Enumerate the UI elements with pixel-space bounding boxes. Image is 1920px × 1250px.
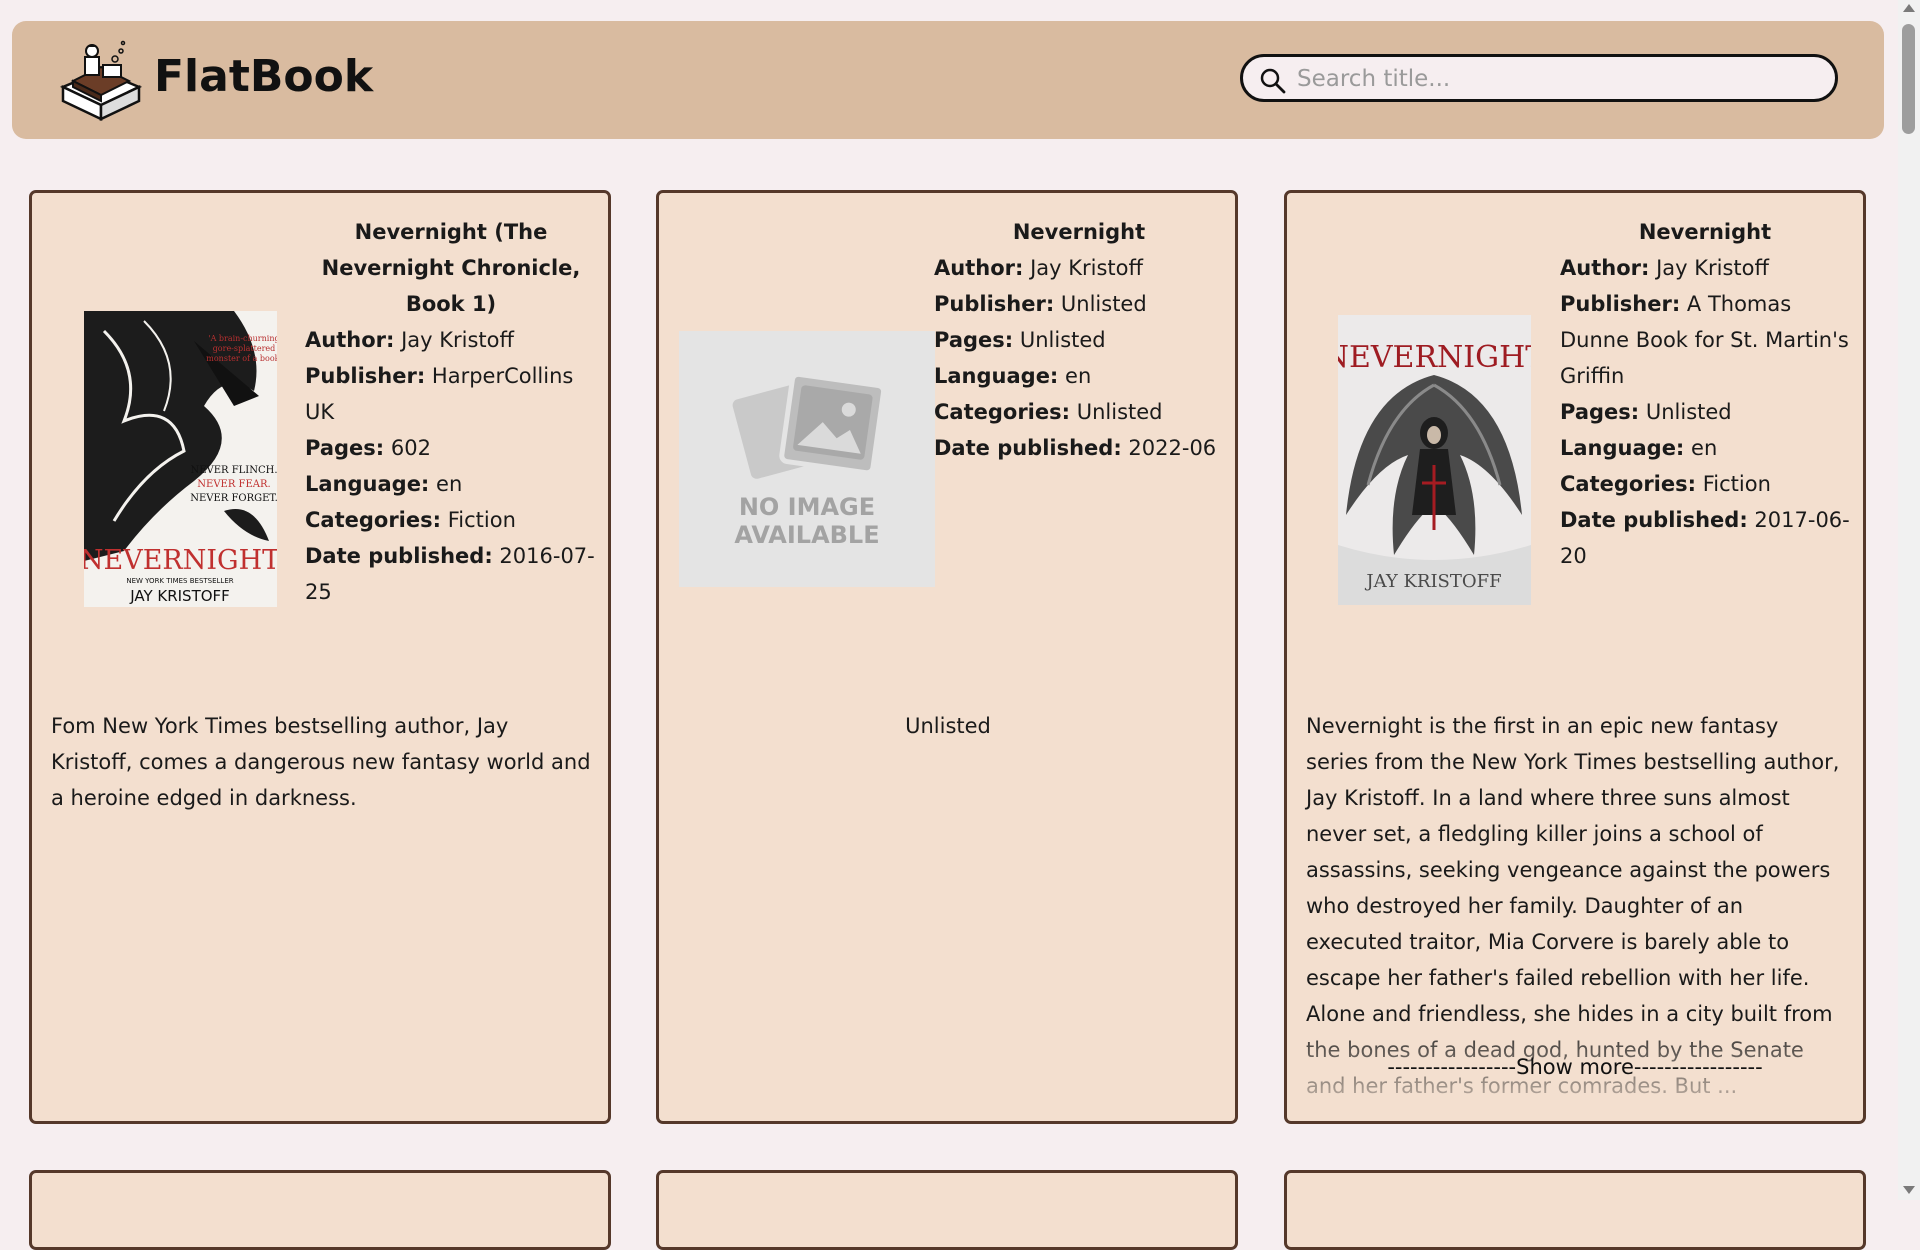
svg-text:monster of a book': monster of a book' [206, 354, 277, 363]
categories-row: Categories: Fiction [1560, 472, 1771, 496]
show-more-button[interactable]: -----------------Show more--------------… [1287, 1055, 1863, 1079]
cover-author: JAY KRISTOFF [1364, 571, 1501, 592]
svg-text:'A brain-churning: 'A brain-churning [208, 334, 277, 343]
book-card[interactable]: 'A brain-churning gore-splattered monste… [29, 190, 611, 1124]
cover-blurb: NEW YORK TIMES BESTSELLER [126, 577, 233, 585]
book-meta: Nevernight Author: Jay Kristoff Publishe… [934, 214, 1224, 466]
pages-row: Pages: Unlisted [934, 328, 1106, 352]
cover-title: NEVERNIGHT [84, 545, 277, 576]
search-icon [1260, 68, 1286, 94]
book-title: Nevernight [1638, 220, 1772, 244]
search-input[interactable] [1295, 61, 1819, 97]
book-title: Nevernight [1012, 220, 1146, 244]
date-row: Date published: 2022-06 [934, 436, 1217, 460]
book-title: Nevernight (The Nevernight Chronicle, Bo… [321, 220, 581, 316]
book-card[interactable]: NO IMAGE AVAILABLE Nevernight Author: Ja… [656, 190, 1238, 1124]
language-row: Language: en [305, 472, 463, 496]
flatbook-logo-icon[interactable] [55, 35, 147, 127]
scrollbar-thumb[interactable] [1902, 24, 1915, 134]
scroll-up-arrow-icon[interactable] [1903, 4, 1915, 12]
language-row: Language: en [934, 364, 1092, 388]
date-row: Date published: 2017-06-20 [1560, 508, 1850, 568]
book-card[interactable] [1284, 1170, 1866, 1250]
pages-row: Pages: Unlisted [1560, 400, 1732, 424]
book-cover-image[interactable]: NEVERNIGHT JAY KRISTOFF [1338, 315, 1531, 605]
book-meta: Nevernight Author: Jay Kristoff Publishe… [1560, 214, 1850, 574]
publisher-row: Publisher: A Thomas Dunne Book for St. M… [1560, 292, 1849, 388]
book-card[interactable]: NEVERNIGHT JAY KRISTOFF Nevernight Autho… [1284, 190, 1866, 1124]
brand-title: FlatBook [154, 51, 374, 102]
svg-text:gore-splattered: gore-splattered [213, 344, 276, 353]
app-header: FlatBook [12, 21, 1884, 139]
book-meta: Nevernight (The Nevernight Chronicle, Bo… [305, 214, 597, 610]
publisher-row: Publisher: HarperCollins UK [305, 364, 574, 424]
publisher-row: Publisher: Unlisted [934, 292, 1147, 316]
cover-tagline-2: NEVER FEAR. [197, 479, 270, 490]
author-row: Author: Jay Kristoff [305, 328, 514, 352]
placeholder-line-2: AVAILABLE [734, 521, 879, 549]
author-row: Author: Jay Kristoff [1560, 256, 1769, 280]
book-cover-image[interactable]: 'A brain-churning gore-splattered monste… [84, 311, 277, 607]
search-box[interactable] [1240, 54, 1838, 102]
pages-row: Pages: 602 [305, 436, 431, 460]
language-row: Language: en [1560, 436, 1718, 460]
placeholder-line-1: NO IMAGE [739, 493, 875, 521]
page-scrollbar[interactable] [1898, 0, 1920, 1200]
book-description: Fom New York Times bestselling author, J… [51, 714, 591, 810]
book-card[interactable] [29, 1170, 611, 1250]
categories-row: Categories: Fiction [305, 508, 516, 532]
book-card[interactable] [656, 1170, 1238, 1250]
date-row: Date published: 2016-07-25 [305, 544, 595, 604]
cover-author: JAY KRISTOFF [129, 587, 230, 605]
cover-title: NEVERNIGHT [1338, 340, 1531, 375]
author-row: Author: Jay Kristoff [934, 256, 1143, 280]
categories-row: Categories: Unlisted [934, 400, 1163, 424]
no-image-placeholder[interactable]: NO IMAGE AVAILABLE [679, 331, 935, 587]
cover-tagline-3: NEVER FORGET. [190, 493, 277, 504]
scroll-down-arrow-icon[interactable] [1903, 1186, 1915, 1194]
cover-tagline-1: NEVER FLINCH. [190, 465, 277, 476]
book-description: Unlisted [905, 714, 991, 738]
